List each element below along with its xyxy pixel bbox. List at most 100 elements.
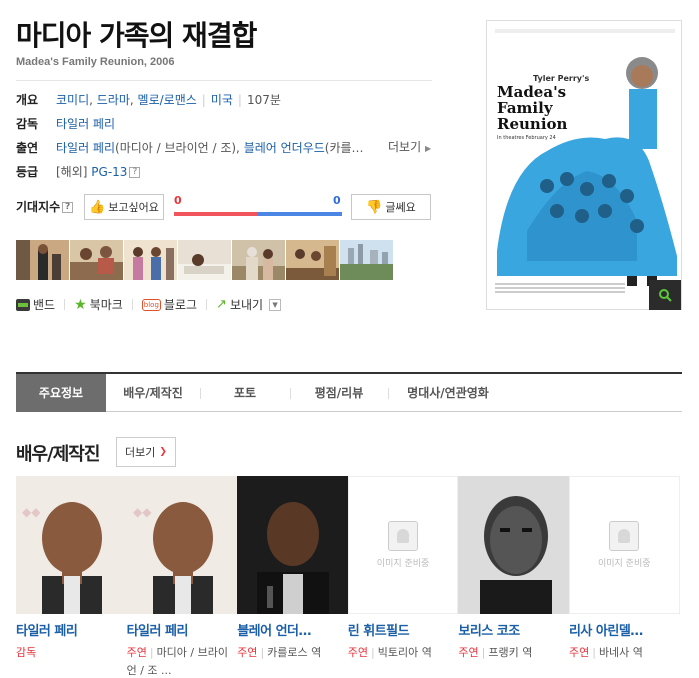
want-to-see-button[interactable]: 👍 보고싶어요: [84, 194, 164, 220]
tab-cast-crew[interactable]: 배우/제작진: [106, 374, 200, 412]
cast-more-label: 더보기: [388, 140, 422, 154]
poster-artwork: Tyler Perry's Madea's Family Reunion In …: [487, 21, 681, 309]
cast-photo[interactable]: [237, 476, 348, 614]
info-genre-row: 개요 코미디, 드라마, 멜로/로맨스 | 미국 | 107분: [16, 93, 281, 107]
cast-role-type: 주연: [347, 646, 369, 659]
cast-role: 주연 | 빅토리아 역: [347, 646, 432, 659]
bookmark-button[interactable]: ★ 북마크: [74, 296, 123, 313]
still-thumbnail[interactable]: [178, 240, 231, 280]
genre-link-comedy[interactable]: 코미디: [56, 93, 89, 107]
blog-share-button[interactable]: blog 블로그: [141, 296, 198, 313]
movie-poster[interactable]: Tyler Perry's Madea's Family Reunion In …: [486, 20, 682, 310]
cast-role: 감독: [16, 644, 127, 662]
cast-role-type: 감독: [16, 646, 37, 659]
cast-character: 프랭키 역: [488, 646, 533, 659]
rating-region: [해외]: [56, 165, 88, 179]
cast-name[interactable]: 리사 아린델…: [569, 620, 680, 639]
cast-name[interactable]: 보리스 코조: [458, 620, 569, 639]
cast-name[interactable]: 타일러 페리: [127, 620, 238, 639]
poster-tagline: In theatres February 24: [497, 135, 556, 141]
still-thumbnail[interactable]: [70, 240, 123, 280]
cast-role: 주연 | 프랭키 역: [458, 646, 533, 659]
cast-section-more-button[interactable]: 더보기 ❯: [116, 437, 176, 467]
cast-name[interactable]: 린 휘트필드: [348, 620, 459, 639]
band-share-button[interactable]: 밴드: [16, 296, 55, 313]
still-thumbnail[interactable]: [16, 240, 69, 280]
director-label: 감독: [16, 117, 39, 131]
cast-list: ◆◆ 타일러 페리 감독 ◆◆ 타일러 페리 주연 | 마디아 / 브라이언 / 조…: [16, 476, 680, 678]
thumbs-up-icon: 👍: [89, 199, 106, 215]
no-image-text: 이미지 준비중: [597, 559, 651, 569]
cast-card[interactable]: ◆◆ 타일러 페리 감독: [16, 476, 127, 678]
zoom-button[interactable]: [649, 280, 681, 310]
info-director-row: 감독 타일러 페리: [16, 115, 115, 132]
cast-photo[interactable]: [458, 476, 569, 614]
no-image-text: 이미지 준비중: [376, 559, 430, 569]
info-cast-row: 출연 타일러 페리(마디아 / 브라이언 / 조), 블레어 언더우드(카를…: [16, 141, 364, 155]
still-thumbnail[interactable]: [286, 240, 339, 280]
cast-label: 출연: [16, 141, 39, 155]
want-bar: [174, 212, 258, 216]
cast-name[interactable]: 타일러 페리: [16, 620, 127, 639]
genre-link-romance[interactable]: 멜로/로맨스: [138, 93, 197, 107]
want-label: 보고싶어요: [108, 201, 159, 214]
cast-link-tyler-perry[interactable]: 타일러 페리: [56, 141, 115, 155]
cast-role-type: 주연: [126, 646, 147, 659]
cast-card[interactable]: 보리스 코조 주연 | 프랭키 역: [458, 476, 569, 678]
cast-link-blair-underwood[interactable]: 블레어 언더우드: [244, 141, 325, 155]
cast-character: 빅토리아 역: [377, 646, 432, 659]
still-thumbnails: [16, 240, 393, 280]
band-label: 밴드: [33, 298, 56, 312]
tab-photos[interactable]: 포토: [200, 374, 290, 412]
help-icon[interactable]: ?: [62, 202, 74, 213]
country-link[interactable]: 미국: [211, 93, 233, 107]
title-divider: [16, 80, 432, 81]
share-arrow-icon: ↗: [216, 297, 227, 312]
want-count: 0: [174, 194, 182, 207]
expect-label: 기대지수: [16, 200, 61, 214]
cast-photo-placeholder[interactable]: 이미지 준비중: [568, 476, 680, 614]
still-thumbnail[interactable]: [232, 240, 285, 280]
not-sure-button[interactable]: 👎 글쎄요: [351, 194, 431, 220]
cast-photo[interactable]: ◆◆: [126, 476, 238, 614]
share-bar: 밴드 ★ 북마크 blog 블로그 ↗ 보내기 ▼: [16, 296, 282, 313]
movie-subtitle: Madea's Family Reunion, 2006: [16, 56, 175, 68]
cast-more-link[interactable]: 더보기 ▶: [388, 138, 431, 155]
tab-reviews[interactable]: 평점/리뷰: [290, 374, 388, 412]
band-icon: [16, 298, 30, 311]
help-icon[interactable]: ?: [129, 167, 141, 178]
nah-bar: [258, 212, 342, 216]
cast-photo-placeholder[interactable]: 이미지 준비중: [347, 476, 459, 614]
cast-card[interactable]: 블레어 언더… 주연 | 카를로스 역: [237, 476, 348, 678]
send-label: 보내기: [229, 298, 264, 312]
still-thumbnail[interactable]: [124, 240, 177, 280]
cast-role: 주연 | 카를로스 역: [237, 646, 322, 659]
expect-label-wrap: 기대지수?: [16, 198, 74, 215]
blog-label: 블로그: [163, 298, 198, 312]
tab-main-info[interactable]: 주요정보: [16, 374, 106, 412]
cast-role: 주연 | 마디아 / 브라이언 / 조 ...: [126, 646, 228, 677]
rating-link[interactable]: PG-13: [91, 165, 127, 179]
cast-card[interactable]: ◆◆ 타일러 페리 주연 | 마디아 / 브라이언 / 조 ...: [126, 476, 238, 678]
cast-section-title: 배우/제작진: [16, 444, 100, 465]
cast-section-more-label: 더보기: [125, 446, 156, 459]
nah-count: 0: [333, 194, 341, 207]
send-button[interactable]: ↗ 보내기 ▼: [216, 296, 282, 313]
content-tabs: 주요정보 배우/제작진 포토 평점/리뷰 명대사/연관영화: [16, 372, 682, 412]
chevron-right-icon: ▶: [424, 144, 432, 153]
cast-card[interactable]: 이미지 준비중 린 휘트필드 주연 | 빅토리아 역: [347, 476, 459, 678]
cast-photo[interactable]: ◆◆: [16, 476, 127, 614]
person-placeholder-icon: [388, 521, 419, 551]
cast-card[interactable]: 이미지 준비중 리사 아린델… 주연 | 바네사 역: [568, 476, 680, 678]
cast-character: 카를로스 역: [267, 646, 322, 659]
cast-role: 주연 | 바네사 역: [568, 646, 643, 659]
director-link[interactable]: 타일러 페리: [56, 117, 115, 131]
chevron-down-icon[interactable]: ▼: [269, 298, 282, 311]
still-thumbnail[interactable]: [340, 240, 393, 280]
tab-quotes-related[interactable]: 명대사/연관영화: [388, 374, 508, 412]
genre-label: 개요: [16, 93, 39, 107]
person-placeholder-icon: [609, 521, 640, 551]
cast-role-type: 주연: [237, 646, 258, 659]
cast-name[interactable]: 블레어 언더…: [237, 620, 348, 639]
genre-link-drama[interactable]: 드라마: [97, 93, 130, 107]
